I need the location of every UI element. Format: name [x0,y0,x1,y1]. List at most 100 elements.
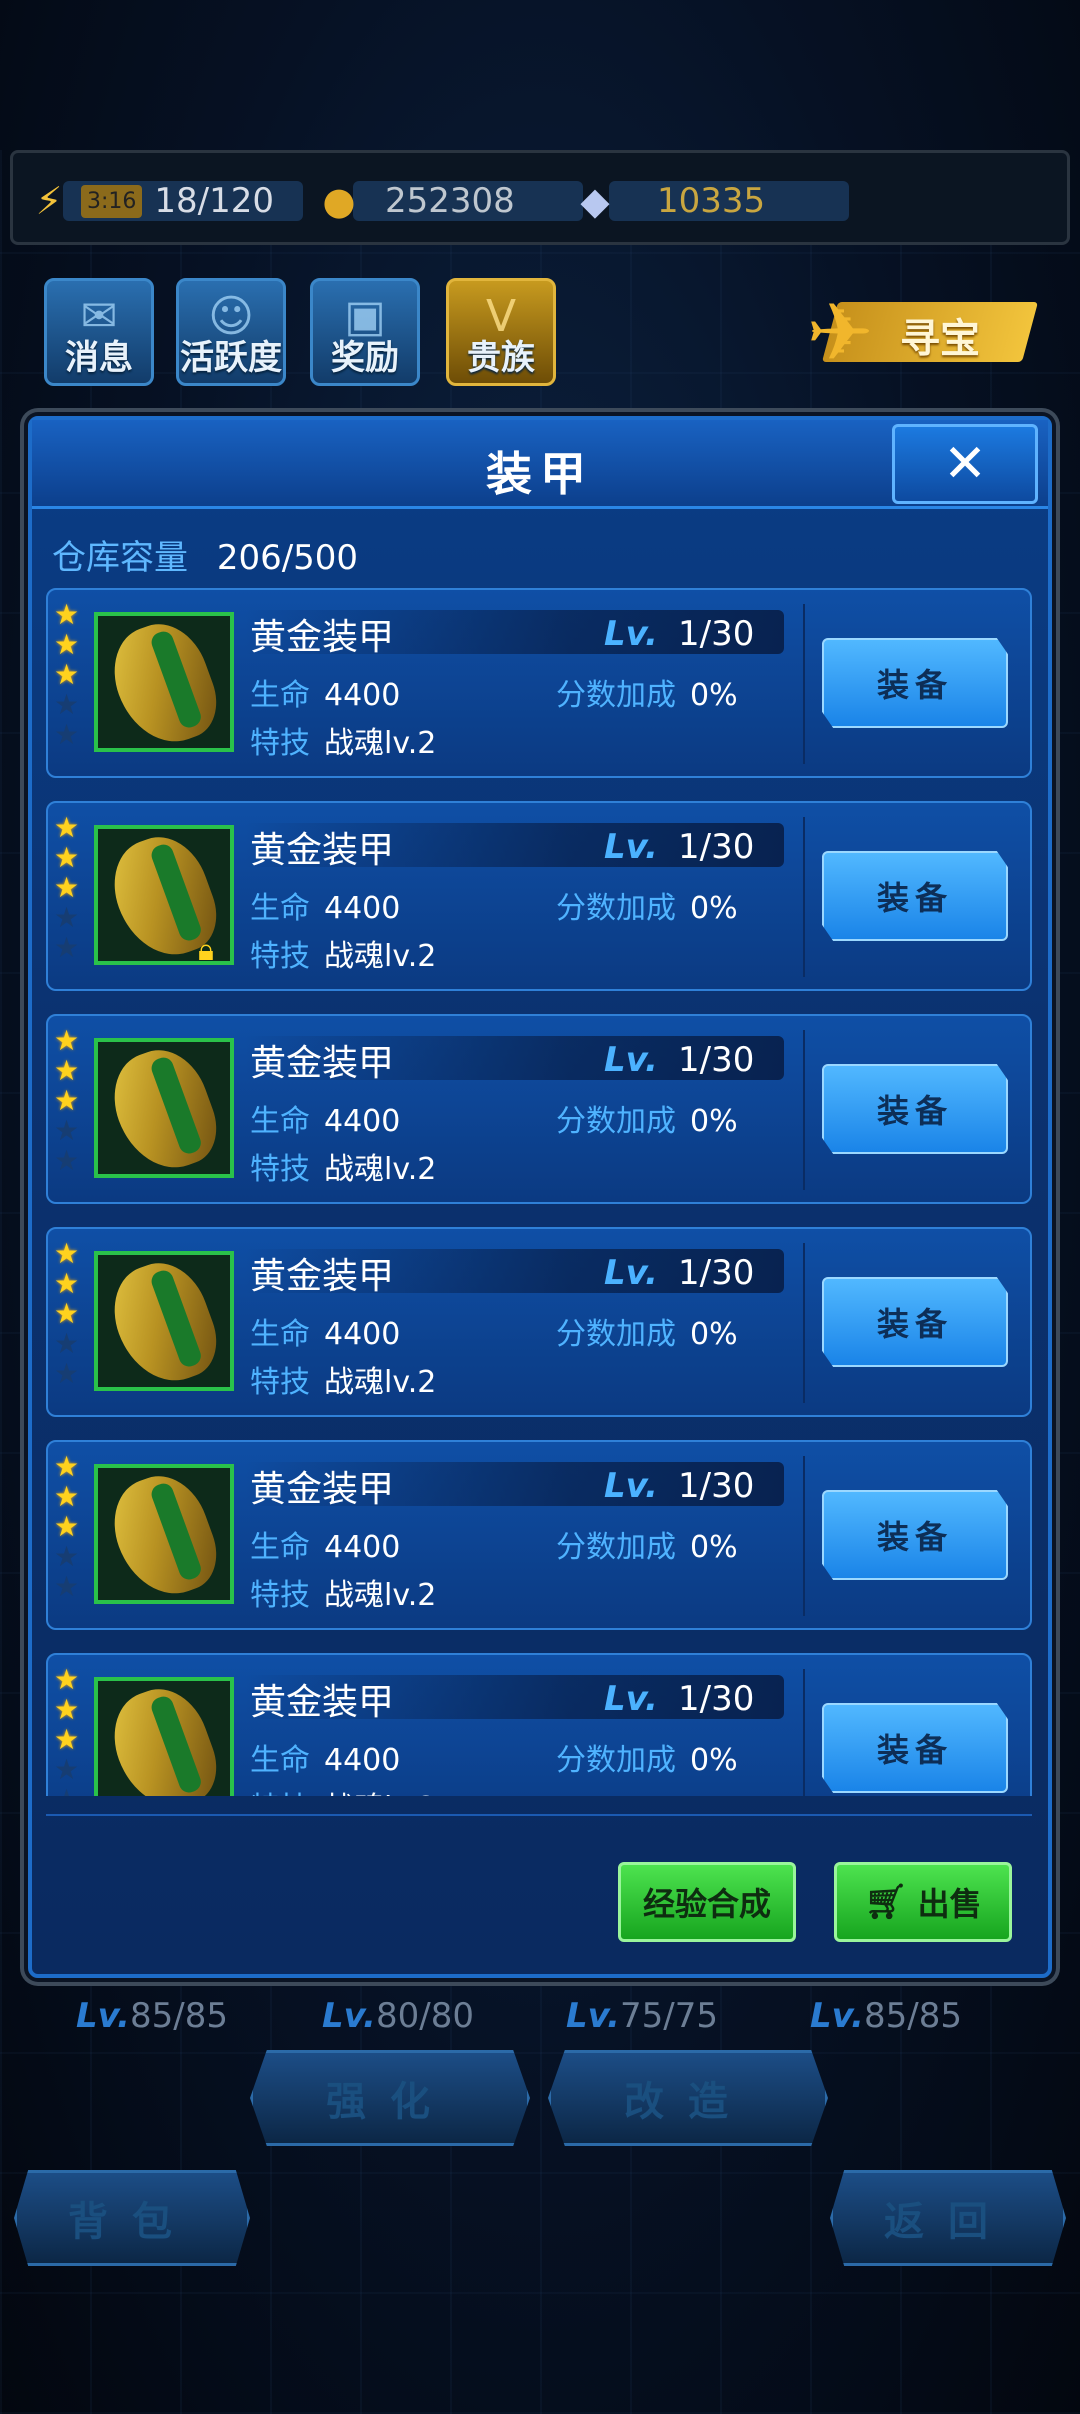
armor-image [100,616,228,748]
star-icon: ★ [54,628,80,661]
star-rating: ★★★★★ [54,813,84,963]
gift-icon: ▣ [344,291,386,342]
skill-label: 特技 [250,1365,310,1400]
skill-stat: 特技战魂lv.2 [250,1144,436,1188]
level-label: Lv. [604,1253,658,1293]
equip-button[interactable]: 装备 [822,1277,1008,1367]
back-label: 返回 [884,2199,1012,2245]
cart-icon: 🛒︎ [864,1882,908,1922]
skill-stat: 特技战魂lv.2 [250,718,436,762]
life-value: 4400 [324,678,401,713]
armor-list-item[interactable]: ★★★★★黄金装甲Lv.1/30生命4400分数加成0%特技战魂lv.2装备 [46,1653,1032,1796]
armor-name: 黄金装甲 [250,830,395,871]
coin-icon: ● [322,179,356,223]
skill-label: 特技 [250,726,310,761]
level-value: 1/30 [678,614,755,654]
armor-list[interactable]: ★ ★ ★ ★ ★ 黄金装甲 Lv. 1/30 生命 4400 分数加成 0% 特技 战魂lv.2 装备 ★ ★… [46,588,1032,1796]
skill-value: 战魂lv.2 [324,1578,437,1613]
level-4: Lv.85/85 [810,1996,962,2036]
star-icon: ★ [54,841,80,874]
star-rating: ★★★★★ [54,1239,84,1389]
backpack-button[interactable]: 背包 [14,2170,250,2266]
armor-list-item[interactable]: ★★★★★黄金装甲Lv.1/30生命4400分数加成0%特技战魂lv.2装备 [46,1014,1032,1204]
mail-icon: ✉ [80,291,118,342]
dialog-header: 装甲 ✕ [32,420,1048,509]
star-icon: ★ [54,1510,80,1543]
level-value: 1/30 [678,1466,755,1506]
treasure-button[interactable]: ✈ 寻宝 [790,278,1039,386]
star-icon: ★ [54,1114,80,1147]
messages-button[interactable]: ✉ 消息 [44,278,154,386]
energy-value: 18/120 [154,181,275,221]
item-divider [803,604,805,764]
star-icon: ★ [54,1327,80,1360]
rewards-button[interactable]: ▣ 奖励 [310,278,420,386]
armor-thumbnail[interactable] [94,1677,234,1796]
back-button[interactable]: 返回 [830,2170,1066,2266]
strengthen-button[interactable]: 强化 [250,2050,530,2146]
star-icon: ★ [54,901,80,934]
level-value: 85/85 [863,1996,962,2036]
skill-stat: 特技战魂lv.2 [250,1357,436,1401]
equip-button[interactable]: 装备 [822,851,1008,941]
lv-label: Lv. [566,1996,620,2036]
capacity-label: 仓库容量 [52,538,188,578]
armor-list-item[interactable]: ★★★★★黄金装甲Lv.1/30生命4400分数加成0%特技战魂lv.2装备 [46,588,1032,778]
strengthen-label: 强化 [326,2079,454,2125]
life-label: 生命 [250,1317,310,1352]
armor-name: 黄金装甲 [250,1043,395,1084]
score-bonus-label: 分数加成 [556,1743,676,1778]
item-divider [803,1669,805,1796]
life-value: 4400 [324,1317,401,1352]
gem-value: 10335 [657,181,766,221]
life-label: 生命 [250,891,310,926]
star-icon: ★ [54,1540,80,1573]
star-icon: ★ [54,1753,80,1786]
exp-merge-button[interactable]: 经验合成 [618,1862,796,1942]
activity-button[interactable]: ☺ 活跃度 [176,278,286,386]
sell-label: 出售 [917,1885,982,1923]
close-button[interactable]: ✕ [892,424,1038,504]
armor-list-item[interactable]: ★ ★ ★ ★ ★ 🔒︎ 黄金装甲 Lv. 1/30 生命 4400 分数加成 0% 特技 战魂lv.2 装备 [46,801,1032,991]
star-icon: ★ [54,1480,80,1513]
score-bonus-label: 分数加成 [556,678,676,713]
equip-button[interactable]: 装备 [822,1490,1008,1580]
skill-value: 战魂lv.2 [324,1365,437,1400]
energy-timer: 3:16 [81,184,143,218]
level-value: 80/80 [375,1996,474,2036]
close-icon: ✕ [943,434,987,494]
star-icon: ★ [54,1054,80,1087]
equip-label: 装备 [876,1518,953,1556]
armor-list-item[interactable]: ★★★★★黄金装甲Lv.1/30生命4400分数加成0%特技战魂lv.2装备 [46,1227,1032,1417]
score-bonus-value: 0% [690,1743,738,1778]
star-rating: ★★★★★ [54,1452,84,1602]
sell-button[interactable]: 🛒︎ 出售 [834,1862,1012,1942]
armor-thumbnail[interactable] [94,1464,234,1604]
noble-button[interactable]: V 贵族 [446,278,556,386]
jet-icon: ✈ [806,285,874,379]
gem-resource[interactable]: ◆ 10335 [569,175,849,227]
armor-thumbnail[interactable] [94,612,234,752]
armor-name: 黄金装甲 [250,1256,395,1297]
score-bonus-value: 0% [690,1317,738,1352]
equip-label: 装备 [876,1305,953,1343]
armor-thumbnail[interactable] [94,1038,234,1178]
armor-thumbnail[interactable] [94,1251,234,1391]
life-stat: 生命 4400 [250,670,400,714]
modify-button[interactable]: 改造 [548,2050,828,2146]
equip-button[interactable]: 装备 [822,1064,1008,1154]
energy-resource[interactable]: ⚡ 3:16 18/120 [23,175,303,227]
armor-name: 黄金装甲 [250,1682,395,1723]
armor-list-item[interactable]: ★★★★★黄金装甲Lv.1/30生命4400分数加成0%特技战魂lv.2装备 [46,1440,1032,1630]
gold-resource[interactable]: ● 252308 [313,175,583,227]
life-label: 生命 [250,1530,310,1565]
star-icon: ★ [54,811,80,844]
level-value: 85/85 [129,1996,228,2036]
equip-button[interactable]: 装备 [822,1703,1008,1793]
equip-button[interactable]: 装备 [822,638,1008,728]
footer-divider [46,1814,1032,1816]
score-bonus-stat: 分数加成 0% [556,883,738,927]
skill-label: 特技 [250,939,310,974]
life-value: 4400 [324,1743,401,1778]
score-bonus-stat: 分数加成 0% [556,1522,738,1566]
